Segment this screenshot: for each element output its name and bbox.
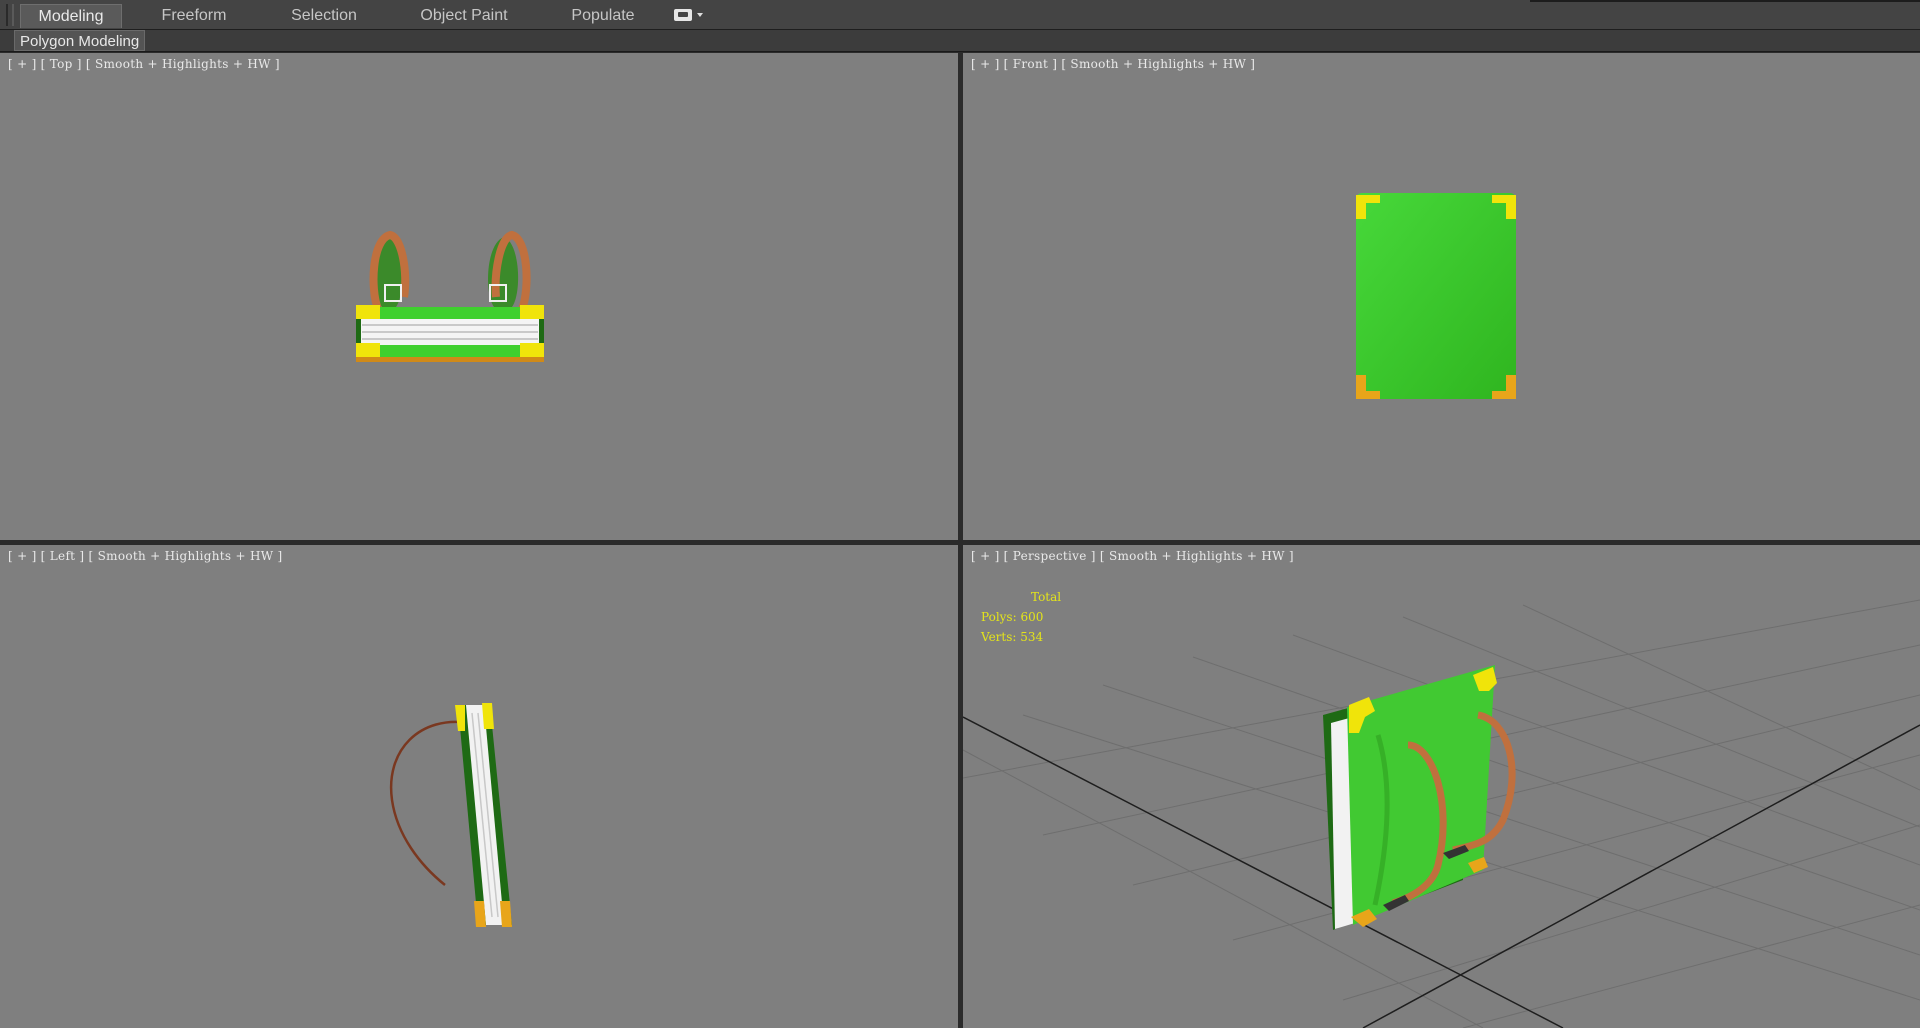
title-strip (1530, 0, 1920, 2)
strap-left (369, 230, 410, 311)
tab-selection[interactable]: Selection (280, 4, 368, 28)
front-view-model (1356, 193, 1516, 399)
viewport-left[interactable]: [ + ] [ Left ] [ Smooth + Highlights + H… (0, 545, 958, 1028)
viewport-perspective[interactable]: [ + ] [ Perspective ] [ Smooth + Highlig… (963, 545, 1920, 1028)
left-view-model (389, 703, 512, 927)
perspective-view-model (963, 599, 1920, 1028)
ribbon-grip-handle[interactable] (6, 4, 14, 26)
viewport-top[interactable]: [ + ] [ Top ] [ Smooth + Highlights + HW… (0, 53, 958, 540)
tab-modeling[interactable]: Modeling (20, 4, 122, 28)
book-side-view (455, 703, 512, 927)
book-perspective (1323, 665, 1516, 930)
tab-object-paint[interactable]: Object Paint (412, 4, 516, 28)
top-view-model (356, 230, 544, 362)
strap-right (488, 230, 531, 311)
book-cover-front (1356, 193, 1516, 399)
chevron-down-icon[interactable] (697, 13, 703, 17)
ribbon-options-icon[interactable] (674, 9, 692, 21)
ribbon-tab-bar: Modeling Freeform Selection Object Paint… (0, 0, 1920, 30)
strap-side (389, 720, 471, 886)
viewport-front[interactable]: [ + ] [ Front ] [ Smooth + Highlights + … (963, 53, 1920, 540)
ribbon-panel: Polygon Modeling (0, 30, 1920, 52)
book-top-view (356, 305, 544, 362)
tab-freeform[interactable]: Freeform (148, 4, 240, 28)
polygon-modeling-panel-button[interactable]: Polygon Modeling (14, 30, 146, 51)
tab-populate[interactable]: Populate (560, 4, 646, 28)
